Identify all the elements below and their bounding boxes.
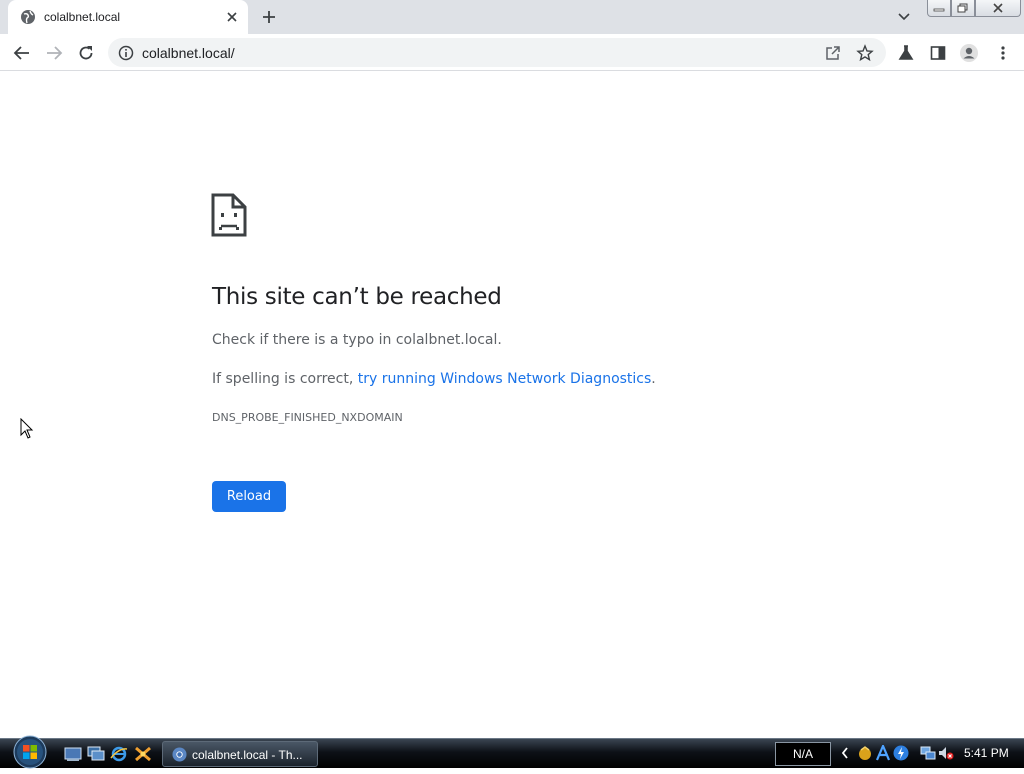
language-indicator[interactable]: N/A: [775, 742, 831, 766]
windows-taskbar: colalbnet.local - Th... N/A 5:41 PM: [0, 735, 1024, 769]
back-icon[interactable]: [11, 42, 33, 64]
url-text[interactable]: colalbnet.local/: [142, 45, 235, 61]
profile-avatar-icon[interactable]: [959, 43, 979, 63]
close-window-button[interactable]: [975, 0, 1021, 17]
side-panel-icon[interactable]: [928, 43, 948, 63]
bookmark-star-icon[interactable]: [856, 44, 874, 62]
error-hint-typo: Check if there is a typo in colalbnet.lo…: [212, 332, 502, 348]
network-icon[interactable]: [920, 745, 936, 761]
maximize-button[interactable]: [951, 0, 975, 17]
close-tab-icon[interactable]: [224, 9, 240, 25]
update-bolt-icon[interactable]: [893, 745, 909, 761]
page-content: This site can’t be reached Check if ther…: [0, 72, 1024, 738]
show-hidden-icons-chevron-icon[interactable]: [841, 747, 849, 762]
info-icon[interactable]: [118, 45, 134, 61]
tab-title: colalbnet.local: [44, 10, 121, 24]
diagnostics-suffix: .: [651, 371, 656, 387]
taskbar-chrome-window[interactable]: colalbnet.local - Th...: [162, 741, 318, 767]
start-button[interactable]: [9, 735, 51, 769]
browser-tab[interactable]: colalbnet.local: [8, 0, 248, 34]
error-code: DNS_PROBE_FINISHED_NXDOMAIN: [212, 411, 403, 424]
sad-page-icon: [211, 193, 247, 237]
tab-strip: colalbnet.local: [0, 0, 1024, 34]
error-hint-diagnostics: If spelling is correct, try running Wind…: [212, 371, 656, 387]
more-menu-icon[interactable]: [993, 43, 1013, 63]
taskbar-clock[interactable]: 5:41 PM: [964, 746, 1009, 760]
diagnostics-link[interactable]: try running Windows Network Diagnostics: [358, 371, 652, 387]
browser-toolbar: colalbnet.local/: [0, 34, 1024, 71]
reload-icon[interactable]: [75, 42, 97, 64]
security-shield-icon[interactable]: [857, 745, 873, 761]
app-shortcut-icon[interactable]: [134, 746, 152, 762]
new-tab-icon[interactable]: [261, 9, 277, 25]
window-controls: [927, 0, 1021, 18]
lab-flask-icon[interactable]: [896, 43, 916, 63]
chrome-icon: [172, 747, 187, 762]
volume-muted-icon[interactable]: [938, 745, 954, 761]
chevron-down-icon[interactable]: [897, 10, 911, 24]
switch-windows-icon[interactable]: [87, 746, 105, 762]
share-icon[interactable]: [824, 44, 842, 62]
error-title: This site can’t be reached: [212, 284, 502, 310]
show-desktop-icon[interactable]: [64, 746, 82, 762]
globe-icon: [20, 9, 36, 25]
taskbar-window-label: colalbnet.local - Th...: [192, 748, 303, 762]
mouse-cursor-icon: [20, 417, 34, 440]
address-bar[interactable]: colalbnet.local/: [108, 38, 886, 67]
reload-button[interactable]: Reload: [212, 481, 286, 512]
minimize-button[interactable]: [927, 0, 951, 17]
diagnostics-prefix: If spelling is correct,: [212, 371, 358, 387]
font-a-icon[interactable]: [875, 743, 891, 761]
forward-icon[interactable]: [43, 42, 65, 64]
internet-explorer-icon[interactable]: [110, 746, 128, 762]
